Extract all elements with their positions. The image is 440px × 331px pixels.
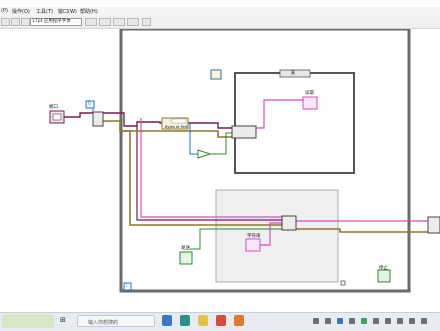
- app-icon-1[interactable]: [180, 315, 190, 326]
- case-selector-label[interactable]: 真: [291, 70, 295, 76]
- menu-item-project[interactable]: (P): [1, 8, 8, 14]
- stop-button-terminal: [377, 269, 391, 283]
- app-icon-2[interactable]: [216, 315, 226, 326]
- reorder-button[interactable]: [127, 18, 139, 26]
- weather-widget-icon[interactable]: [2, 314, 54, 328]
- distribute-objects-button[interactable]: [99, 18, 111, 26]
- search-icon[interactable]: [142, 18, 151, 26]
- network-icon[interactable]: [397, 318, 403, 324]
- battery-icon[interactable]: [421, 318, 427, 324]
- tray-icon-3[interactable]: [337, 318, 343, 324]
- serial-read-node: [231, 125, 257, 139]
- serial-write-node: [281, 215, 297, 231]
- menu-item-help[interactable]: 帮助(H): [80, 8, 98, 15]
- highlight-execution-button[interactable]: [1, 18, 10, 26]
- resize-objects-button[interactable]: [113, 18, 125, 26]
- serial-config-node: [92, 111, 104, 127]
- case-structure-frame: [234, 72, 355, 174]
- serial-close-node: [427, 216, 440, 234]
- string-control-label: 字符串: [247, 234, 261, 239]
- serial-port-label: 端口: [49, 105, 58, 110]
- toolbar: 17pt 应用程序字体: [0, 16, 440, 29]
- diagram-canvas: [49, 29, 440, 293]
- wire-boolean-compare: [210, 132, 232, 155]
- taskbar-search-box[interactable]: 输入你想搜的: [77, 315, 155, 327]
- bytes-at-port-label: Bytes at Port: [165, 125, 188, 129]
- menu-bar: (P) 操作(O) 工具(T) 窗口(W) 帮助(H): [0, 7, 440, 16]
- wire-numeric-bytes: [189, 124, 198, 155]
- read-string-label: 读取: [305, 91, 314, 96]
- tray-icon-7[interactable]: [385, 318, 391, 324]
- send-button-label: 发送: [181, 246, 190, 251]
- loop-condition-terminal: [340, 280, 346, 286]
- step-into-button[interactable]: [21, 18, 30, 26]
- tray-icon-1[interactable]: [313, 318, 319, 324]
- numeric-constant-value: 0: [88, 102, 91, 107]
- align-objects-button[interactable]: [85, 18, 97, 26]
- windows-start-icon[interactable]: ⊞: [60, 316, 68, 325]
- string-control: [245, 238, 261, 252]
- volume-icon[interactable]: [409, 318, 415, 324]
- tray-icon-5[interactable]: [361, 318, 367, 324]
- retain-wire-values-button[interactable]: [11, 18, 20, 26]
- tray-icon-2[interactable]: [325, 318, 331, 324]
- search-placeholder: 输入你想搜的: [88, 320, 119, 326]
- menu-item-operate[interactable]: 操作(O): [12, 8, 30, 15]
- event-area-frame: [215, 189, 339, 283]
- labview-icon[interactable]: [234, 315, 244, 326]
- font-select[interactable]: 17pt 应用程序字体: [30, 18, 82, 26]
- menu-item-window[interactable]: 窗口(W): [58, 8, 77, 15]
- greater-than-zero-node: [197, 149, 212, 159]
- tray-icon-4[interactable]: [349, 318, 355, 324]
- file-explorer-icon[interactable]: [198, 315, 208, 326]
- wire-refnum-main: [62, 112, 232, 129]
- send-button-terminal: [179, 251, 193, 265]
- block-diagram: 端口 0 Bytes at Port 真 读取 字符串 发送 停止 i: [0, 29, 440, 309]
- task-view-icon[interactable]: [162, 315, 172, 326]
- loop-iteration-label: i: [126, 284, 128, 289]
- case-selector: [279, 69, 311, 78]
- timing-icon: [210, 69, 222, 80]
- read-string-indicator: [302, 96, 318, 110]
- menu-item-tools[interactable]: 工具(T): [36, 8, 53, 15]
- stop-button-label: 停止: [379, 266, 388, 271]
- tray-icon-6[interactable]: [373, 318, 379, 324]
